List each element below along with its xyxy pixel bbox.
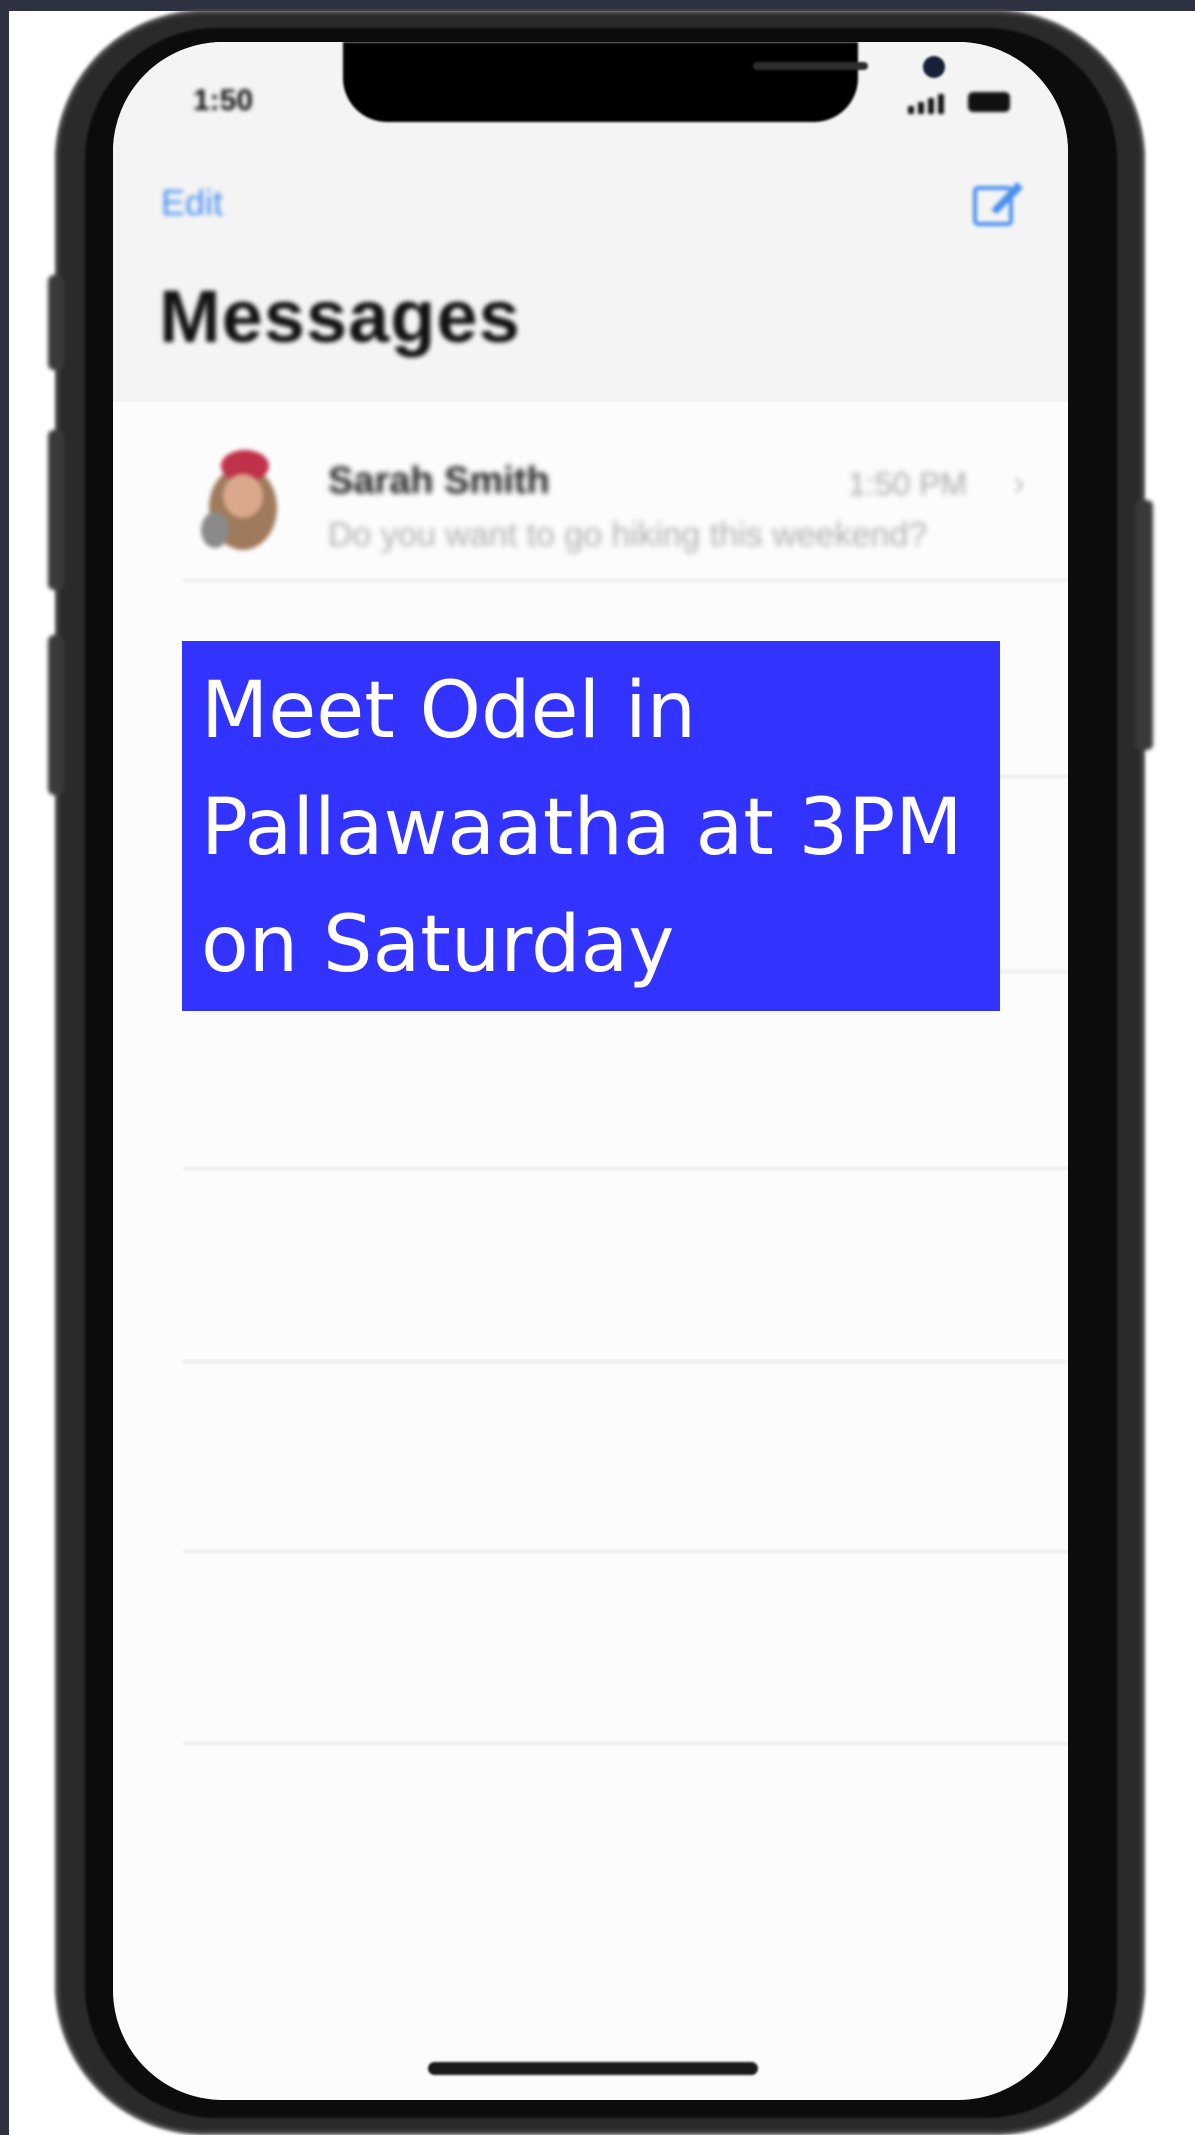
row-divider [183,1550,1068,1553]
desktop-left-edge [0,0,9,2135]
row-divider [183,579,1068,582]
front-camera [923,56,945,78]
avatar [201,450,277,550]
signal-icon [908,94,944,114]
annotation-banner: Meet Odel in Pallawaatha at 3PM on Satur… [182,641,1000,1011]
sender-name: Sarah Smith [328,460,550,502]
notch [343,42,945,122]
home-indicator[interactable] [428,2062,758,2075]
phone-screen: 1:50 Edit Messages Sarah Smith 1:50 PM ›… [113,42,1068,2100]
page-title: Messages [159,275,521,358]
compose-icon[interactable] [971,174,1027,230]
row-divider [183,1167,1068,1170]
row-divider [183,1360,1068,1363]
volume-up-button [48,430,64,590]
speaker-grille [753,62,868,70]
row-divider [183,1742,1068,1745]
edit-button[interactable]: Edit [161,182,223,224]
status-time: 1:50 [193,84,254,117]
power-button [1135,500,1153,750]
battery-icon [968,92,1010,112]
silent-switch [48,275,64,370]
volume-down-button [48,635,64,795]
message-time: 1:50 PM [848,466,968,502]
annotation-text: Meet Odel in Pallawaatha at 3PM on Satur… [201,666,963,990]
screenshot: 1:50 Edit Messages Sarah Smith 1:50 PM ›… [0,0,1195,2135]
message-preview: Do you want to go hiking this weekend? [328,516,928,554]
chevron-right-icon: › [1013,462,1025,503]
